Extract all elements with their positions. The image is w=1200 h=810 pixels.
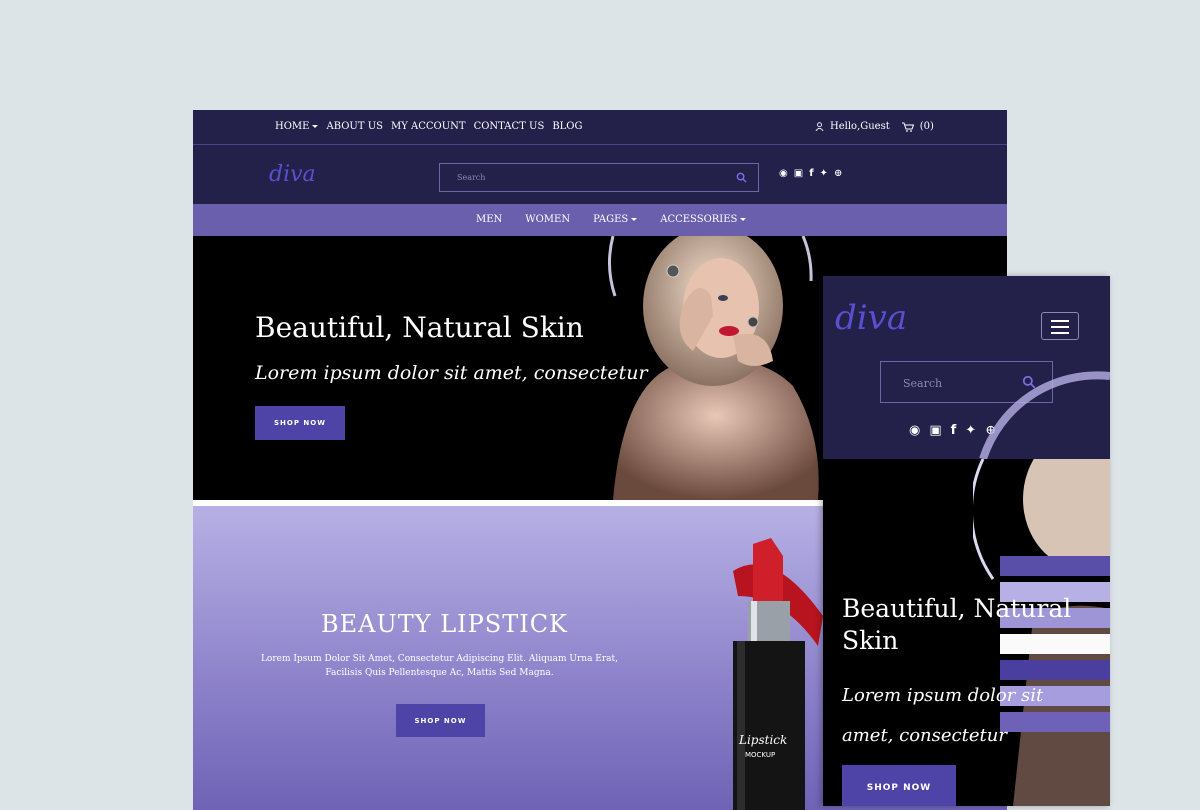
facebook-icon[interactable]: f [951,423,957,438]
dribbble-icon[interactable]: ⊕ [834,168,842,179]
mobile-mockup: diva Search ◉ ▣ f ✦ ⊕ Beautiful, Natural… [823,276,1110,806]
ring-light-arc [979,371,1110,459]
overlay-stripe [1000,556,1110,576]
topnav-home-label: HOME [275,121,310,132]
nav-accessories-label: ACCESSORIES [660,214,738,225]
lipstick-shop-now-button[interactable]: SHOP NOW [396,704,485,737]
mobile-logo[interactable]: diva [835,298,907,338]
search-icon[interactable] [736,172,747,183]
topnav-about[interactable]: ABOUT US [326,121,383,132]
chevron-down-icon [312,125,319,128]
topnav-account[interactable]: MY ACCOUNT [391,121,466,132]
nav-accessories[interactable]: ACCESSORIES [660,214,747,225]
site-logo[interactable]: diva [269,162,316,187]
product-label-script: Lipstick [739,733,788,747]
nav-men[interactable]: MEN [476,214,502,225]
nav-women[interactable]: WOMEN [525,214,570,225]
social-links: ◉ ▣ f ✦ ⊕ [779,168,842,179]
top-bar: HOME ABOUT US MY ACCOUNT CONTACT US BLOG… [193,110,1007,145]
user-area: Hello,Guest (0) [815,121,934,132]
hero-subtitle: Lorem ipsum dolor sit amet, consectetur [255,362,648,384]
cart-count: (0) [919,121,934,132]
user-icon [815,122,824,131]
main-nav-items: MEN WOMEN PAGES ACCESSORIES [476,214,747,225]
mobile-header: diva Search ◉ ▣ f ✦ ⊕ [823,276,1110,459]
greeting-link[interactable]: Hello,Guest [830,121,890,132]
lipstick-text-line-2: Facilisis Quis Pellentesque Ac, Mattis S… [325,668,554,678]
main-nav: MEN WOMEN PAGES ACCESSORIES [193,204,1007,236]
chevron-down-icon [631,218,638,221]
search-placeholder: Search [457,173,486,182]
lipstick-description: Lorem Ipsum Dolor Sit Amet, Consectetur … [253,652,626,680]
topnav-home[interactable]: HOME [275,121,319,132]
site-header: diva Search ◉ ▣ f ✦ ⊕ [193,145,1007,204]
nav-pages[interactable]: PAGES [593,214,638,225]
search-field[interactable]: Search [439,163,759,192]
product-label: MOCKUP [745,751,776,759]
lipstick-title: BEAUTY LIPSTICK [321,610,568,638]
mobile-hero: Beautiful, Natural Skin Lorem ipsum dolo… [823,459,1110,806]
nav-pages-label: PAGES [593,214,629,225]
facebook-icon[interactable]: f [809,168,813,179]
pinterest-icon[interactable]: ◉ [909,423,920,438]
topnav-contact[interactable]: CONTACT US [474,121,545,132]
cart-icon[interactable] [901,122,914,132]
mobile-search-placeholder: Search [903,377,943,390]
hero-shop-now-button[interactable]: SHOP NOW [255,406,345,440]
topnav-blog[interactable]: BLOG [552,121,582,132]
twitter-icon[interactable]: ✦ [820,168,828,179]
pinterest-icon[interactable]: ◉ [779,168,788,179]
hamburger-menu-icon[interactable] [1041,312,1079,340]
mobile-hero-subtitle: Lorem ipsum dolor sit amet, consectetur [842,685,1044,746]
instagram-icon[interactable]: ▣ [929,423,941,438]
chevron-down-icon [740,218,747,221]
instagram-icon[interactable]: ▣ [794,168,803,179]
lipstick-text-line-1: Lorem Ipsum Dolor Sit Amet, Consectetur … [260,654,619,664]
mobile-hero-title: Beautiful, Natural Skin [842,594,1072,655]
hero-title: Beautiful, Natural Skin [255,311,584,344]
top-nav: HOME ABOUT US MY ACCOUNT CONTACT US BLOG [275,121,583,132]
